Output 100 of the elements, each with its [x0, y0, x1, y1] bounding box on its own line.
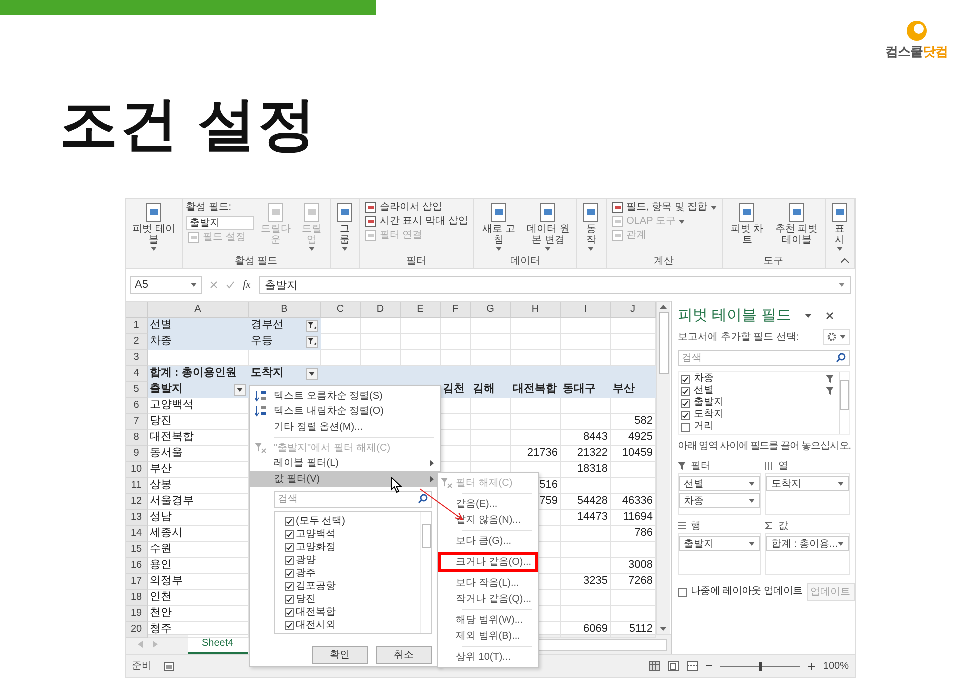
scrollbar-thumb[interactable] [658, 312, 668, 374]
menu-item[interactable]: 같지 않음(N)... [438, 512, 538, 528]
ribbon-button[interactable]: 그룹 [334, 202, 356, 252]
column-header[interactable]: I [561, 302, 611, 318]
sheet-tab[interactable]: Sheet4 [188, 635, 248, 654]
field-chip[interactable]: 합계 : 총이용... [766, 536, 849, 551]
ribbon-button[interactable]: 시간 표시 막대 삽입 [362, 216, 470, 228]
menu-item[interactable]: 텍스트 내림차순 정렬(O) [250, 404, 440, 420]
caret-icon[interactable] [805, 314, 812, 318]
filter-button[interactable] [306, 336, 318, 348]
column-header[interactable]: H [511, 302, 561, 318]
row-header[interactable]: 13 [126, 510, 148, 526]
menu-item[interactable]: 레이블 필터(L) [250, 456, 440, 472]
input-field[interactable]: 출발지 [186, 216, 254, 230]
menu-item[interactable]: 보다 작음(L)... [438, 575, 538, 591]
menu-item[interactable]: 작거나 같음(Q)... [438, 591, 538, 607]
page-break-icon[interactable] [687, 661, 698, 671]
checkbox[interactable] [681, 410, 690, 420]
ribbon-button[interactable]: 슬라이서 삽입 [362, 202, 470, 214]
field-item[interactable]: 차종 [694, 373, 822, 385]
row-header[interactable]: 14 [126, 526, 148, 542]
settings-button[interactable] [823, 329, 850, 345]
checkbox[interactable] [285, 594, 294, 604]
checkbox[interactable] [285, 608, 294, 617]
filter-button[interactable] [306, 368, 318, 380]
checklist-item[interactable]: 고양백석 [296, 527, 336, 542]
page-layout-icon[interactable] [668, 661, 680, 671]
checkbox[interactable] [681, 398, 690, 408]
menu-item[interactable]: 제외 범위(B)... [438, 628, 538, 644]
row-header[interactable]: 2 [126, 334, 148, 350]
dialog-button[interactable]: 취소 [376, 646, 432, 664]
filter-button[interactable] [306, 320, 318, 332]
checklist-item[interactable]: 대전시외 [296, 618, 336, 632]
checkbox[interactable] [285, 542, 294, 552]
checklist-item[interactable]: 대전복합 [296, 605, 336, 620]
checklist-item[interactable]: 광주 [296, 566, 316, 580]
ribbon-button[interactable]: 동작 [580, 202, 603, 252]
row-header[interactable]: 20 [126, 622, 148, 638]
macro-record-icon[interactable] [164, 662, 174, 670]
field-item[interactable]: 거리 [694, 421, 837, 433]
checkbox[interactable] [285, 530, 294, 539]
function-button[interactable]: fx [243, 279, 251, 291]
row-header[interactable]: 7 [126, 414, 148, 430]
ribbon-button[interactable]: 피벗 테이블 [129, 202, 179, 252]
menu-item[interactable]: 보다 큼(G)... [438, 533, 538, 549]
field-item[interactable]: 선별 [694, 385, 822, 397]
field-chip[interactable]: 선별 [679, 476, 760, 491]
zoom-level[interactable]: 100% [823, 660, 849, 672]
checkbox[interactable] [681, 374, 690, 384]
normal-view-icon[interactable] [649, 661, 660, 671]
slider-thumb[interactable] [759, 662, 762, 670]
row-header[interactable]: 5 [126, 382, 148, 398]
field-chip[interactable]: 도착지 [766, 476, 849, 491]
menu-item[interactable]: 기타 정렬 옵션(M)... [250, 419, 440, 435]
checklist-item[interactable]: 김포공항 [296, 579, 336, 594]
checkbox[interactable] [285, 582, 294, 591]
collapse-icon[interactable] [841, 258, 849, 263]
row-header[interactable]: 17 [126, 574, 148, 590]
scroll-up-icon[interactable] [660, 305, 667, 309]
column-header[interactable]: J [611, 302, 656, 318]
ribbon-button[interactable]: 표시 [828, 202, 851, 252]
checkbox-label[interactable]: 나중에 레이아웃 업데이트 [691, 586, 803, 598]
plus-icon[interactable] [808, 662, 816, 670]
row-header[interactable]: 18 [126, 590, 148, 606]
menu-item[interactable]: 텍스트 오름차순 정렬(S) [250, 388, 440, 404]
checklist-item[interactable]: 당진 [296, 592, 316, 606]
checkbox[interactable] [285, 516, 294, 526]
checklist-item[interactable]: 광양 [296, 553, 316, 568]
field-chip[interactable]: 출발지 [679, 536, 760, 551]
column-header[interactable]: A [148, 302, 249, 318]
column-header[interactable]: B [249, 302, 321, 318]
field-item[interactable]: 출발지 [694, 397, 837, 409]
row-header[interactable]: 11 [126, 478, 148, 494]
ribbon-button[interactable]: 피벗 차트 [726, 202, 769, 247]
row-header[interactable]: 19 [126, 606, 148, 622]
row-header[interactable]: 10 [126, 462, 148, 478]
scrollbar[interactable] [420, 512, 431, 633]
ribbon-button[interactable]: 추천 피벗 테이블 [772, 202, 822, 247]
column-header[interactable]: F [441, 302, 471, 318]
field-item[interactable]: 도착지 [694, 409, 837, 421]
scroll-down-icon[interactable] [660, 627, 667, 631]
menu-item[interactable]: 해당 범위(W)... [438, 612, 538, 628]
checkbox[interactable] [681, 422, 690, 432]
row-header[interactable]: 1 [126, 318, 148, 334]
menu-item[interactable]: 크거나 같음(O)... [438, 552, 538, 572]
formula-field[interactable]: 출발지 [258, 276, 851, 294]
field-chip[interactable]: 차종 [679, 493, 760, 508]
checklist-item[interactable]: (모두 선택) [296, 514, 346, 528]
row-header[interactable]: 15 [126, 542, 148, 558]
vertical-scrollbar[interactable] [656, 302, 670, 634]
row-header[interactable]: 9 [126, 446, 148, 462]
name-box[interactable]: A5 [130, 276, 202, 294]
row-header[interactable]: 6 [126, 398, 148, 414]
filter-button[interactable] [234, 384, 246, 396]
minus-icon[interactable] [706, 663, 712, 669]
column-header[interactable]: C [321, 302, 361, 318]
column-header[interactable]: E [401, 302, 441, 318]
scrollbar[interactable] [839, 372, 849, 434]
row-header[interactable]: 12 [126, 494, 148, 510]
checkbox[interactable] [678, 588, 687, 596]
